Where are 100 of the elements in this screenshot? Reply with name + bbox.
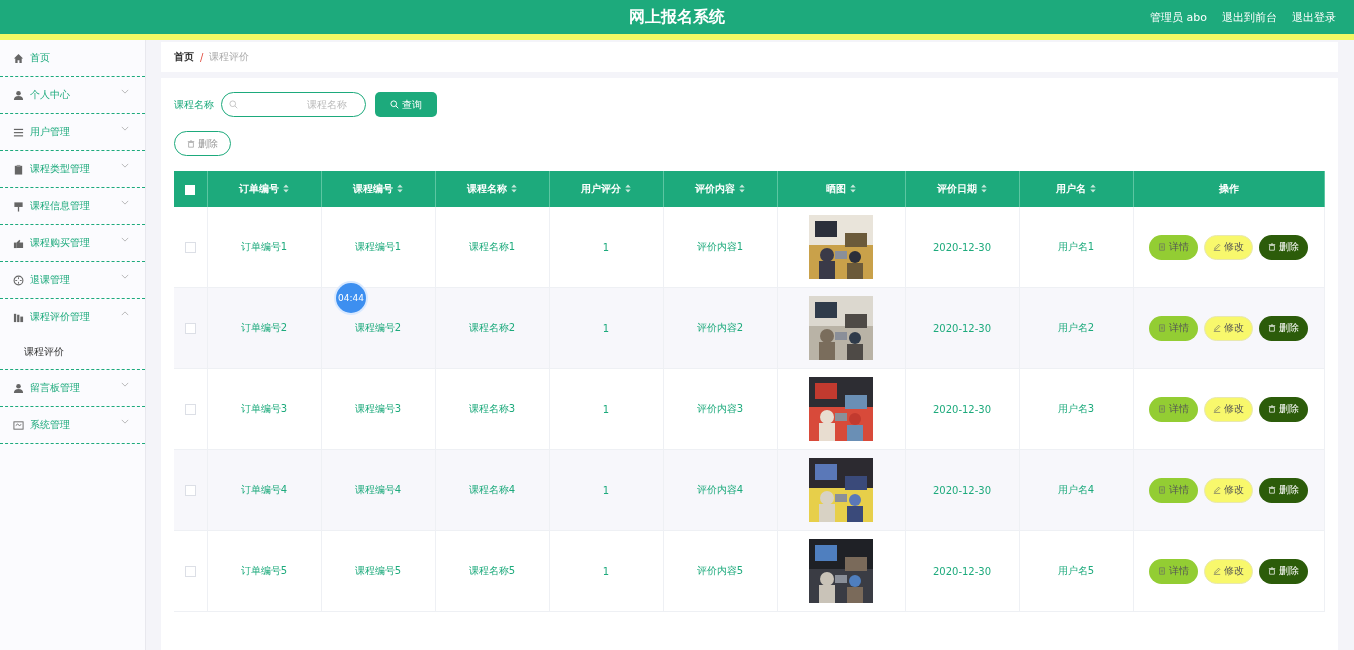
details-button[interactable]: 详情 — [1149, 477, 1198, 503]
edit-button[interactable]: 修改 — [1204, 477, 1253, 503]
trash-icon — [1268, 243, 1276, 251]
column-header[interactable]: 晒图 — [777, 171, 905, 207]
edit-button[interactable]: 修改 — [1204, 558, 1253, 584]
column-header[interactable]: 评价内容 — [663, 171, 777, 207]
delete-button[interactable]: 删除 — [1259, 558, 1308, 584]
table-cell: 评价内容3 — [696, 403, 744, 414]
sidebar-item[interactable]: 首页 — [0, 40, 145, 76]
delete-button[interactable]: 删除 — [174, 131, 231, 156]
table-cell: 用户名4 — [1057, 484, 1095, 495]
document-icon — [1158, 324, 1166, 332]
sidebar-subitem[interactable]: 课程评价 — [0, 335, 145, 369]
sidebar-item[interactable]: 课程类型管理 — [0, 151, 145, 187]
table-cell: 课程名称5 — [468, 565, 516, 576]
user-icon — [13, 89, 24, 101]
sidebar-item[interactable]: 留言板管理 — [0, 370, 145, 406]
search-icon — [229, 100, 238, 109]
table-cell: 1 — [602, 403, 610, 415]
table-cell: 用户名5 — [1057, 565, 1095, 576]
user-icon — [13, 382, 24, 394]
trash-icon — [1268, 567, 1276, 575]
table-cell: 订单编号3 — [240, 403, 288, 414]
column-header[interactable]: 用户名 — [1019, 171, 1133, 207]
column-header[interactable]: 评价日期 — [905, 171, 1019, 207]
app-title: 网上报名系统 — [629, 6, 725, 28]
row-checkbox[interactable] — [184, 323, 196, 334]
pencil-icon — [1213, 405, 1221, 413]
table-cell: 课程编号3 — [354, 403, 402, 414]
column-header[interactable]: 用户评分 — [549, 171, 663, 207]
window-icon — [13, 419, 24, 431]
table-cell: 评价内容1 — [696, 241, 744, 252]
search-button[interactable]: 查询 — [375, 92, 437, 117]
sidebar-item[interactable]: 课程信息管理 — [0, 188, 145, 224]
table-cell: 订单编号5 — [240, 565, 288, 576]
sidebar-item[interactable]: 课程评价管理 — [0, 299, 145, 335]
edit-button[interactable]: 修改 — [1204, 234, 1253, 260]
document-icon — [1158, 243, 1166, 251]
table-cell: 课程编号2 — [354, 322, 402, 333]
details-button[interactable]: 详情 — [1149, 396, 1198, 422]
table-cell: 评价内容4 — [696, 484, 744, 495]
breadcrumb-item[interactable]: 首页 — [174, 50, 194, 64]
table-cell: 课程名称4 — [468, 484, 516, 495]
table-cell: 2020-12-30 — [932, 565, 992, 577]
timer-badge: 04:44 — [336, 283, 366, 313]
trash-icon — [1268, 405, 1276, 413]
pencil-icon — [1213, 324, 1221, 332]
table-cell: 评价内容2 — [696, 322, 744, 333]
delete-button[interactable]: 删除 — [1259, 477, 1308, 503]
trash-icon — [187, 139, 195, 148]
sidebar-item[interactable]: 课程购买管理 — [0, 225, 145, 261]
row-checkbox[interactable] — [184, 404, 196, 415]
pencil-icon — [1213, 243, 1221, 251]
table-cell: 课程名称3 — [468, 403, 516, 414]
delete-button[interactable]: 删除 — [1259, 234, 1308, 260]
table-cell: 课程名称1 — [468, 241, 516, 252]
delete-button[interactable]: 删除 — [1259, 396, 1308, 422]
sidebar-item[interactable]: 用户管理 — [0, 114, 145, 150]
table-cell: 1 — [602, 484, 610, 496]
details-button[interactable]: 详情 — [1149, 234, 1198, 260]
sidebar-item[interactable]: 系统管理 — [0, 407, 145, 443]
sidebar-item[interactable]: 退课管理 — [0, 262, 145, 298]
search-icon — [390, 100, 399, 109]
table-cell: 用户名1 — [1057, 241, 1095, 252]
pencil-icon — [1213, 486, 1221, 494]
row-checkbox[interactable] — [184, 566, 196, 577]
delete-button[interactable]: 删除 — [1259, 315, 1308, 341]
table-cell: 2020-12-30 — [932, 241, 992, 253]
details-button[interactable]: 详情 — [1149, 558, 1198, 584]
hand-icon — [13, 237, 24, 249]
column-header[interactable]: 订单编号 — [207, 171, 321, 207]
document-icon — [1158, 567, 1166, 575]
search-label: 课程名称 — [174, 97, 214, 112]
table-cell: 订单编号4 — [240, 484, 288, 495]
header-link[interactable]: 退出到前台 — [1222, 9, 1277, 25]
table-cell: 订单编号2 — [240, 322, 288, 333]
column-header[interactable]: 课程名称 — [435, 171, 549, 207]
details-button[interactable]: 详情 — [1149, 315, 1198, 341]
table-cell: 1 — [602, 322, 610, 334]
select-all-checkbox[interactable] — [185, 184, 196, 195]
edit-button[interactable]: 修改 — [1204, 396, 1253, 422]
search-field[interactable]: 课程名称 — [221, 92, 366, 117]
document-icon — [1158, 486, 1166, 494]
row-checkbox[interactable] — [184, 242, 196, 253]
column-header[interactable]: 课程编号 — [321, 171, 435, 207]
column-header: 操作 — [1133, 171, 1324, 207]
breadcrumb-separator: / — [200, 51, 204, 63]
table-cell: 订单编号1 — [240, 241, 288, 252]
table-cell: 课程编号1 — [354, 241, 402, 252]
sidebar-item[interactable]: 个人中心 — [0, 77, 145, 113]
pencil-icon — [1213, 567, 1221, 575]
list-icon — [13, 126, 24, 138]
table-cell: 课程编号4 — [354, 484, 402, 495]
header-link[interactable]: 退出登录 — [1292, 9, 1336, 25]
bar-chart-icon — [13, 311, 24, 323]
edit-button[interactable]: 修改 — [1204, 315, 1253, 341]
row-checkbox[interactable] — [184, 485, 196, 496]
admin-label: 管理员 abo — [1150, 9, 1207, 25]
table-cell: 课程名称2 — [468, 322, 516, 333]
signpost-icon — [13, 200, 24, 212]
